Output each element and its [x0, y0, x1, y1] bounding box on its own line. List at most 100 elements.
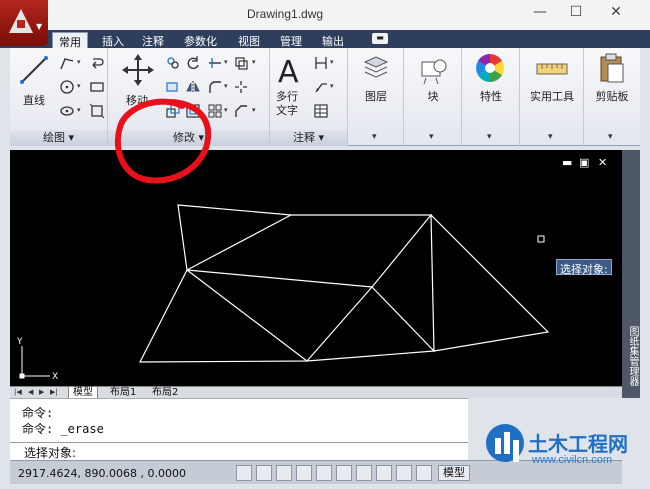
erase-icon[interactable]	[232, 54, 250, 70]
polygon-edge	[306, 213, 435, 362]
chevron-down-icon[interactable]: ▾	[252, 106, 256, 114]
clipboard-label: 剪贴板	[595, 90, 629, 103]
explode-icon[interactable]	[232, 78, 250, 94]
close-button[interactable]: ✕	[606, 4, 626, 20]
ortho-mode-icon[interactable]	[296, 465, 312, 481]
polar-tracking-icon[interactable]	[316, 465, 332, 481]
snap-mode-icon[interactable]	[256, 465, 272, 481]
circle-icon[interactable]	[58, 78, 76, 94]
first-layout-icon[interactable]: |◀	[14, 388, 22, 396]
chevron-down-icon[interactable]: ▾	[330, 58, 334, 66]
line-tool-button[interactable]: 直线	[14, 52, 54, 110]
rectangle-icon[interactable]	[88, 78, 106, 94]
chevron-down-icon[interactable]: ▾	[330, 82, 334, 90]
leader-icon[interactable]	[312, 78, 330, 94]
minimize-button[interactable]: —	[530, 4, 550, 20]
chevron-down-icon[interactable]: ▾	[77, 106, 81, 114]
sheet-set-manager-palette[interactable]: 图纸集管理器	[622, 150, 640, 398]
maximize-button[interactable]: ☐	[566, 4, 586, 20]
infer-constraints-icon[interactable]	[236, 465, 252, 481]
ucs-icon	[19, 346, 50, 379]
ucs-y-label: Y	[16, 337, 23, 347]
draw-panel-footer[interactable]: 绘图 ▾	[10, 130, 107, 146]
viewport-minimize-icon[interactable]: ▬	[562, 156, 572, 169]
chevron-down-icon[interactable]: ▾	[77, 58, 81, 66]
object-snap-tracking-icon[interactable]	[356, 465, 372, 481]
polyline-icon[interactable]	[58, 54, 76, 70]
drawing-canvas[interactable]: Y X	[10, 150, 622, 386]
chevron-down-icon[interactable]: ▾	[224, 106, 228, 114]
model-space-button[interactable]: 模型	[438, 465, 470, 481]
chevron-down-icon: ▾	[548, 132, 553, 142]
dynamic-ucs-icon[interactable]	[376, 465, 392, 481]
next-layout-icon[interactable]: ▶	[39, 388, 44, 396]
multiline-text-button[interactable]: A 多行 文字	[274, 52, 308, 122]
move-icon	[122, 54, 154, 86]
chevron-down-icon: ▾	[487, 132, 492, 142]
clipboard-panel[interactable]: 剪贴板 ▾	[584, 48, 640, 146]
ellipse-icon[interactable]	[58, 102, 76, 118]
chevron-down-icon[interactable]: ▾	[224, 82, 228, 90]
rotate-icon[interactable]	[184, 54, 202, 70]
title-bar: Drawing1.dwg — ☐ ✕	[0, 0, 650, 30]
polygon-edge	[186, 214, 292, 271]
application-menu-button[interactable]: ▼	[0, 0, 48, 46]
text-icon: A	[278, 55, 299, 90]
command-prompt: 选择对象:	[24, 446, 77, 460]
window-title: Drawing1.dwg	[247, 7, 324, 21]
tab-output[interactable]: 输出	[316, 32, 350, 48]
ribbon: 直线 ▾ ▾ ▾ 绘图 ▾ 移动 ▾ ▾ ▾ ▾ ▾ 修改 ▾ A 多行 文字 …	[10, 48, 640, 146]
line-icon	[20, 56, 48, 84]
properties-panel[interactable]: 特性 ▾	[462, 48, 520, 146]
tab-home[interactable]: 常用	[52, 32, 88, 49]
grid-display-icon[interactable]	[276, 465, 292, 481]
chevron-down-icon[interactable]: ▾	[77, 82, 81, 90]
region-icon[interactable]	[88, 102, 106, 119]
layout-tabs-bar: |◀ ◀ ▶ ▶| 模型 布局1 布局2	[10, 386, 622, 399]
block-label: 块	[427, 90, 439, 103]
layers-panel[interactable]: 图层 ▾	[348, 48, 404, 146]
dimension-icon[interactable]	[312, 54, 330, 70]
lineweight-icon[interactable]	[416, 465, 432, 481]
watermark-logo-icon	[486, 424, 524, 462]
command-history-line: 命令: _erase	[22, 422, 104, 436]
watermark: 土木工程网 www.civilcn.com	[480, 420, 650, 480]
svg-text:A: A	[278, 55, 299, 86]
viewport-close-icon[interactable]: ✕	[598, 156, 607, 169]
object-snap-icon[interactable]	[336, 465, 352, 481]
command-history-line: 命令:	[22, 406, 54, 420]
table-icon[interactable]	[312, 102, 330, 118]
annotation-panel: A 多行 文字 ▾ ▾ 注释 ▾	[270, 48, 348, 146]
chamfer-icon[interactable]	[232, 102, 250, 118]
tab-annotate[interactable]: 注释	[136, 32, 170, 48]
ribbon-tabs: 常用 插入 注释 参数化 视图 管理 输出 ▬	[0, 30, 650, 49]
sheet-set-manager-label: 图纸集管理器	[627, 326, 638, 386]
watermark-url: www.civilcn.com	[532, 454, 613, 466]
ucs-x-label: X	[52, 372, 58, 382]
last-layout-icon[interactable]: ▶|	[50, 388, 58, 396]
ribbon-minimize-icon[interactable]: ▬	[372, 33, 388, 44]
properties-label: 特性	[480, 90, 502, 103]
prev-layout-icon[interactable]: ◀	[28, 388, 33, 396]
chevron-down-icon[interactable]: ▾	[252, 58, 256, 66]
utilities-panel[interactable]: 实用工具 ▾	[520, 48, 584, 146]
block-panel[interactable]: 块 ▾	[404, 48, 462, 146]
chevron-down-icon: ▾	[608, 132, 613, 142]
layers-label: 图层	[365, 90, 387, 103]
copy-icon[interactable]	[164, 54, 182, 70]
dynamic-input-icon[interactable]	[396, 465, 412, 481]
tab-manage[interactable]: 管理	[274, 32, 308, 48]
polygon-edge	[186, 269, 373, 288]
tab-insert[interactable]: 插入	[96, 32, 130, 48]
chevron-down-icon: ▼	[36, 22, 43, 31]
viewport-restore-icon[interactable]: ▣	[579, 156, 589, 169]
annotation-panel-footer[interactable]: 注释 ▾	[270, 130, 347, 146]
drawing-geometry[interactable]: Y X	[10, 150, 622, 386]
trim-icon[interactable]	[206, 54, 224, 70]
command-input[interactable]: 选择对象:	[10, 442, 468, 460]
tab-parametric[interactable]: 参数化	[178, 32, 223, 48]
chevron-down-icon[interactable]: ▾	[224, 58, 228, 66]
tab-view[interactable]: 视图	[232, 32, 266, 48]
autocad-window: Drawing1.dwg — ☐ ✕ 常用 插入 注释 参数化 视图 管理 输出…	[0, 0, 650, 489]
undo-arc-icon[interactable]	[88, 54, 106, 70]
